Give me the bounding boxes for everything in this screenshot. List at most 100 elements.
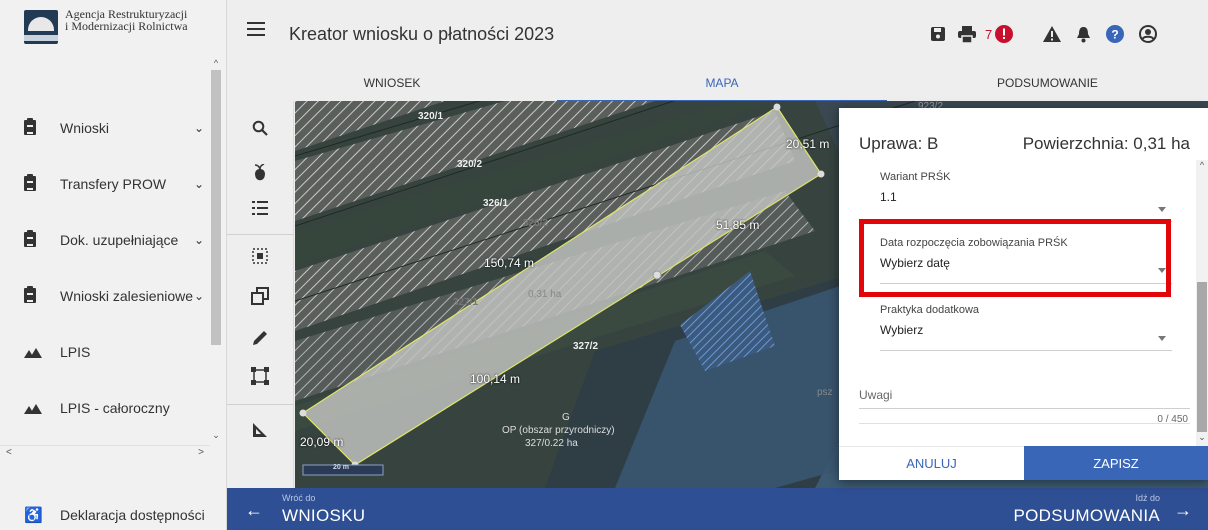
accessibility-label: Deklaracja dostępności bbox=[60, 507, 205, 523]
copy-layers-icon[interactable] bbox=[249, 285, 271, 307]
arrow-left-icon[interactable]: ← bbox=[245, 500, 263, 521]
back-to-application-link[interactable]: WNIOSKU bbox=[282, 506, 365, 526]
dropdown-caret-icon bbox=[1158, 336, 1166, 341]
list-icon[interactable] bbox=[249, 197, 271, 219]
scroll-up-icon[interactable]: ^ bbox=[210, 58, 222, 68]
svg-text:?: ? bbox=[1111, 28, 1118, 42]
tab-podsumowanie[interactable]: PODSUMOWANIE bbox=[887, 72, 1208, 102]
op-letter: G bbox=[562, 412, 570, 423]
sidebar-item-label: Wnioski bbox=[60, 120, 110, 136]
tab-bar: WNIOSEK MAPA PODSUMOWANIE bbox=[227, 72, 1208, 102]
sidebar-item-wnioski[interactable]: Wnioski ⌄ bbox=[24, 113, 204, 143]
dialog-scroll-thumb[interactable] bbox=[1197, 282, 1207, 432]
chevron-down-icon: ⌄ bbox=[193, 121, 204, 135]
op-area-value: 327/0.22 ha bbox=[525, 438, 578, 449]
accessibility-icon: ♿ bbox=[24, 507, 43, 524]
sidebar: Agencja Restrukturyzacji i Modernizacji … bbox=[0, 0, 227, 530]
additional-practice-select[interactable]: Praktyka dodatkowa Wybierz bbox=[880, 304, 1172, 351]
logo-text: Agencja Restrukturyzacji i Modernizacji … bbox=[65, 8, 188, 32]
sidebar-item-label: LPIS - całoroczny bbox=[60, 400, 170, 416]
sidebar-item-lpis[interactable]: LPIS bbox=[24, 337, 204, 367]
pencil-icon[interactable] bbox=[249, 327, 271, 349]
dimension-label: 20,09 m bbox=[300, 435, 344, 449]
tool-divider bbox=[227, 234, 294, 235]
scroll-up-icon[interactable]: ^ bbox=[1196, 160, 1208, 170]
sidebar-item-transfery-prow[interactable]: Transfery PROW ⌄ bbox=[24, 169, 204, 199]
sidebar-item-label: Wnioski zalesieniowe bbox=[60, 288, 194, 304]
logo[interactable]: Agencja Restrukturyzacji i Modernizacji … bbox=[0, 0, 210, 58]
variant-label: Wariant PRŚK bbox=[880, 171, 951, 183]
scroll-left-icon[interactable]: < bbox=[6, 447, 12, 458]
sidebar-item-wnioski-zalesieniowe[interactable]: Wnioski zalesieniowe ⌄ bbox=[24, 281, 204, 311]
back-caption: Wróć do bbox=[282, 493, 316, 503]
measure-icon[interactable] bbox=[249, 419, 271, 441]
parcel-label: 320/1 bbox=[418, 111, 444, 122]
bottom-navigation: ← Wróć do WNIOSKU Idź do PODSUMOWANIA → bbox=[227, 488, 1208, 530]
cancel-button[interactable]: ANULUJ bbox=[839, 446, 1024, 480]
sidebar-horizontal-scrollbar[interactable]: < > bbox=[0, 445, 210, 459]
arimr-logo-icon bbox=[24, 10, 58, 44]
tool-divider bbox=[227, 404, 294, 405]
map-tools bbox=[227, 101, 294, 488]
search-icon[interactable] bbox=[249, 117, 271, 139]
field-underline bbox=[880, 350, 1172, 351]
sidebar-scrollbar[interactable]: ^ ⌄ bbox=[210, 58, 222, 443]
clipboard-icon bbox=[24, 174, 36, 191]
tab-wniosek[interactable]: WNIOSEK bbox=[227, 72, 557, 102]
dimension-label: 20,51 m bbox=[786, 137, 830, 151]
warning-icon[interactable] bbox=[1042, 24, 1062, 44]
page-title: Kreator wniosku o płatności 2023 bbox=[289, 24, 555, 44]
chevron-down-icon: ⌄ bbox=[193, 233, 204, 247]
dimension-label: 51,85 m bbox=[716, 218, 760, 232]
save-icon[interactable] bbox=[929, 24, 947, 44]
go-to-summary-link[interactable]: PODSUMOWANIA bbox=[1013, 506, 1160, 526]
alert-circle-icon bbox=[995, 25, 1014, 43]
sidebar-item-lpis-caloroczny[interactable]: LPIS - całoroczny bbox=[24, 393, 204, 423]
save-button[interactable]: ZAPISZ bbox=[1024, 446, 1208, 480]
arrow-right-icon[interactable]: → bbox=[1174, 500, 1192, 521]
scroll-down-icon[interactable]: ⌄ bbox=[210, 430, 222, 441]
sidebar-item-dok-uzupelniajace[interactable]: Dok. uzupełniające ⌄ bbox=[24, 225, 204, 255]
parcel-label: 327/1 bbox=[453, 297, 479, 308]
sidebar-item-accessibility[interactable]: ♿ Deklaracja dostępności bbox=[24, 503, 205, 527]
sidebar-item-label: Dok. uzupełniające bbox=[60, 232, 179, 248]
parcel-label: 320/2 bbox=[457, 159, 483, 170]
op-area-text: OP (obszar przyrodniczy) bbox=[502, 425, 615, 436]
mountain-icon bbox=[24, 404, 42, 414]
clipboard-icon bbox=[24, 230, 36, 247]
bell-icon[interactable] bbox=[1073, 24, 1093, 44]
highlight-box bbox=[859, 219, 1171, 297]
sidebar-item-label: Transfery PROW bbox=[60, 176, 167, 192]
user-account-icon[interactable] bbox=[1138, 24, 1158, 44]
additional-practice-label: Praktyka dodatkowa bbox=[880, 304, 980, 316]
parcel-label: 326/2 bbox=[523, 218, 549, 229]
chevron-down-icon: ⌄ bbox=[193, 289, 204, 303]
parcel-label: 326/1 bbox=[483, 198, 509, 209]
print-icon[interactable] bbox=[957, 24, 977, 44]
variant-value: 1.1 bbox=[880, 190, 897, 204]
top-bar: Kreator wniosku o płatności 2023 7 ? bbox=[227, 0, 1208, 70]
map-text-psz: psz bbox=[817, 387, 833, 398]
logo-line-2: i Modernizacji Rolnictwa bbox=[65, 19, 188, 33]
menu-icon[interactable] bbox=[247, 22, 265, 38]
tab-mapa[interactable]: MAPA bbox=[557, 72, 887, 102]
variant-select[interactable]: Wariant PRŚK 1.1 bbox=[880, 171, 1172, 222]
dialog-scrollbar[interactable]: ^ ⌄ bbox=[1196, 160, 1208, 446]
scale-bar-label: 20 m bbox=[333, 464, 349, 471]
area-label: Powierzchnia: 0,31 ha bbox=[1022, 134, 1190, 153]
dropdown-caret-icon bbox=[1158, 207, 1166, 212]
bounding-box-icon[interactable] bbox=[249, 365, 271, 387]
crop-label: Uprawa: B bbox=[859, 134, 939, 153]
notifications-count: 7 bbox=[985, 26, 993, 42]
sidebar-scroll-thumb[interactable] bbox=[211, 70, 221, 345]
crop-plant-icon[interactable] bbox=[249, 162, 271, 184]
select-area-icon[interactable] bbox=[249, 245, 271, 267]
chevron-down-icon: ⌄ bbox=[193, 177, 204, 191]
scroll-down-icon[interactable]: ⌄ bbox=[1196, 432, 1208, 443]
notes-field[interactable] bbox=[859, 408, 1190, 409]
notifications-alert[interactable]: 7 bbox=[985, 24, 1025, 44]
scroll-right-icon[interactable]: > bbox=[198, 447, 204, 458]
mountain-icon bbox=[24, 348, 42, 358]
help-icon[interactable]: ? bbox=[1105, 24, 1125, 44]
parcel-label: 327/2 bbox=[573, 341, 599, 352]
